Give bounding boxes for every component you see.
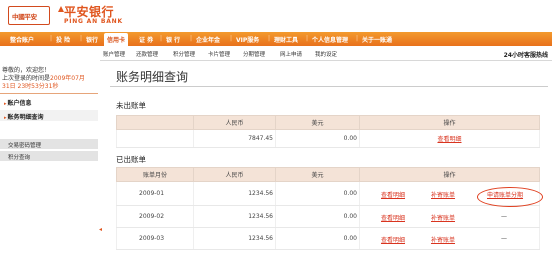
unbilled-rmb: 7847.45 bbox=[193, 129, 276, 148]
unbilled-header-empty bbox=[116, 115, 194, 130]
nav-item-vip[interactable]: VIP服务 bbox=[236, 35, 259, 44]
nav-item-bank[interactable]: 银行 bbox=[86, 35, 98, 44]
page-title: 账务明细查询 bbox=[116, 70, 189, 84]
unbilled-header-row: 人民币 美元 操作 bbox=[116, 115, 540, 130]
bill-usd: 0.00 bbox=[275, 181, 360, 206]
nav-separator: | bbox=[190, 35, 193, 42]
table-row: 7847.45 0.00 查看明细 bbox=[116, 129, 540, 148]
nav-item-annuity[interactable]: 企业年金 bbox=[196, 35, 220, 44]
nav-separator: | bbox=[306, 35, 309, 42]
unbilled-table: 人民币 美元 操作 7847.45 0.00 查看明细 bbox=[116, 115, 540, 148]
view-details-link[interactable]: 查看明细 bbox=[381, 235, 405, 244]
sub-nav-my-settings[interactable]: 我的设定 bbox=[315, 50, 337, 58]
table-row: 2009-01 1234.56 0.00 查看明细 补寄账单 申请账单分期 bbox=[116, 181, 540, 206]
nav-item-insurance[interactable]: 投 险 bbox=[56, 35, 70, 44]
bill-rmb: 1234.56 bbox=[193, 181, 276, 206]
bill-actions-cell: 查看明细 补寄账单 — bbox=[359, 227, 540, 250]
billed-header-month: 账单月份 bbox=[116, 167, 194, 182]
resend-statement-link[interactable]: 补寄账单 bbox=[431, 190, 455, 199]
nav-item-finance-tools[interactable]: 理财工具 bbox=[274, 35, 298, 44]
unbilled-header-action: 操作 bbox=[359, 115, 540, 130]
nav-item-bank-2[interactable]: 银 行 bbox=[166, 35, 180, 44]
sidebar-item-account-info[interactable]: 账户信息 bbox=[0, 96, 98, 107]
bank-name-en: PING AN BANK bbox=[64, 18, 123, 25]
view-details-link[interactable]: 查看明细 bbox=[381, 190, 405, 199]
bill-rmb: 1234.56 bbox=[193, 227, 276, 250]
billed-header-rmb: 人民币 bbox=[193, 167, 276, 182]
pingan-group-logo[interactable]: 中國平安 bbox=[8, 6, 50, 25]
sidebar-item-password-management[interactable]: 交易密码管理 bbox=[0, 139, 98, 150]
welcome-message: 尊敬的，欢迎您！ 上次登录的时间是2009年07月 31日 23时53分31秒 bbox=[2, 67, 98, 91]
unbilled-header-rmb: 人民币 bbox=[193, 115, 276, 130]
service-hotline: 24小时客服热线 bbox=[503, 52, 548, 59]
unbilled-action-cell: 查看明细 bbox=[359, 129, 540, 148]
nav-separator: | bbox=[268, 35, 271, 42]
nav-separator: | bbox=[230, 35, 233, 42]
installment-unavailable: — bbox=[501, 235, 507, 242]
table-row: 2009-02 1234.56 0.00 查看明细 补寄账单 — bbox=[116, 205, 540, 228]
sub-nav-card[interactable]: 卡片管理 bbox=[208, 50, 230, 58]
bill-month: 2009-01 bbox=[116, 181, 194, 206]
last-login-time: 31日 23时53分31秒 bbox=[2, 83, 59, 90]
unbilled-section-label: 未出账单 bbox=[116, 101, 146, 110]
view-details-link[interactable]: 查看明细 bbox=[381, 213, 405, 222]
bill-usd: 0.00 bbox=[275, 205, 360, 228]
billed-header-row: 账单月份 人民币 美元 操作 bbox=[116, 167, 540, 182]
nav-separator: | bbox=[356, 35, 359, 42]
sidebar-item-points-query[interactable]: 积分查询 bbox=[0, 151, 98, 162]
nav-item-personal-info[interactable]: 个人信息管理 bbox=[312, 35, 348, 44]
sub-nav-divider bbox=[100, 60, 552, 61]
sidebar-item-statement-query[interactable]: 账务明细查询 bbox=[0, 110, 98, 121]
last-login-date: 2009年07月 bbox=[50, 75, 85, 82]
welcome-greeting-suffix: ，欢迎您！ bbox=[20, 67, 51, 74]
bill-month: 2009-03 bbox=[116, 227, 194, 250]
nav-separator: | bbox=[80, 35, 83, 42]
table-row: 2009-03 1234.56 0.00 查看明细 补寄账单 — bbox=[116, 227, 540, 250]
sidebar: 尊敬的，欢迎您！ 上次登录的时间是2009年07月 31日 23时53分31秒 … bbox=[0, 61, 98, 265]
unbilled-cell-empty bbox=[116, 129, 194, 148]
sidebar-collapse-icon[interactable]: ◂ bbox=[99, 226, 102, 233]
installment-unavailable: — bbox=[501, 213, 507, 220]
nav-item-about[interactable]: 关于一账通 bbox=[362, 35, 392, 44]
nav-separator: | bbox=[50, 35, 53, 42]
last-login-label: 上次登录的时间是 bbox=[2, 75, 51, 82]
resend-statement-link[interactable]: 补寄账单 bbox=[431, 213, 455, 222]
billed-header-action: 操作 bbox=[359, 167, 540, 182]
billed-table: 账单月份 人民币 美元 操作 2009-01 1234.56 0.00 查看明细… bbox=[116, 167, 540, 250]
view-details-link[interactable]: 查看明细 bbox=[437, 136, 461, 143]
sub-nav-installment[interactable]: 分期管理 bbox=[243, 50, 265, 58]
bill-month: 2009-02 bbox=[116, 205, 194, 228]
sidebar-divider bbox=[0, 93, 98, 94]
installment-highlight-circle bbox=[477, 187, 543, 207]
sub-nav-online-apply[interactable]: 网上申请 bbox=[280, 50, 302, 58]
nav-item-securities[interactable]: 证 券 bbox=[139, 35, 153, 44]
page-header: 中國平安 平安银行 PING AN BANK bbox=[0, 0, 552, 32]
billed-section-label: 已出账单 bbox=[116, 155, 146, 164]
logo-box-text: 中國平安 bbox=[12, 13, 37, 21]
sub-nav-repayment[interactable]: 还款管理 bbox=[136, 50, 158, 58]
nav-separator: | bbox=[160, 35, 163, 42]
bill-rmb: 1234.56 bbox=[193, 205, 276, 228]
sub-nav-points[interactable]: 积分管理 bbox=[173, 50, 195, 58]
billed-header-usd: 美元 bbox=[275, 167, 360, 182]
nav-item-credit-card[interactable]: 信用卡 bbox=[104, 33, 129, 46]
sub-nav-account-management[interactable]: 账户管理 bbox=[103, 50, 125, 58]
title-divider bbox=[110, 86, 548, 87]
bill-actions-cell: 查看明细 补寄账单 — bbox=[359, 205, 540, 228]
welcome-greeting-prefix: 尊敬的 bbox=[2, 67, 21, 74]
unbilled-header-usd: 美元 bbox=[275, 115, 360, 130]
main-nav: 整合账户 | 投 险 | 银行 信用卡 证 券 | 银 行 | 企业年金 | V… bbox=[0, 32, 552, 46]
unbilled-usd: 0.00 bbox=[275, 129, 360, 148]
nav-item-integrated-account[interactable]: 整合账户 bbox=[10, 35, 34, 44]
resend-statement-link[interactable]: 补寄账单 bbox=[431, 235, 455, 244]
bill-usd: 0.00 bbox=[275, 227, 360, 250]
